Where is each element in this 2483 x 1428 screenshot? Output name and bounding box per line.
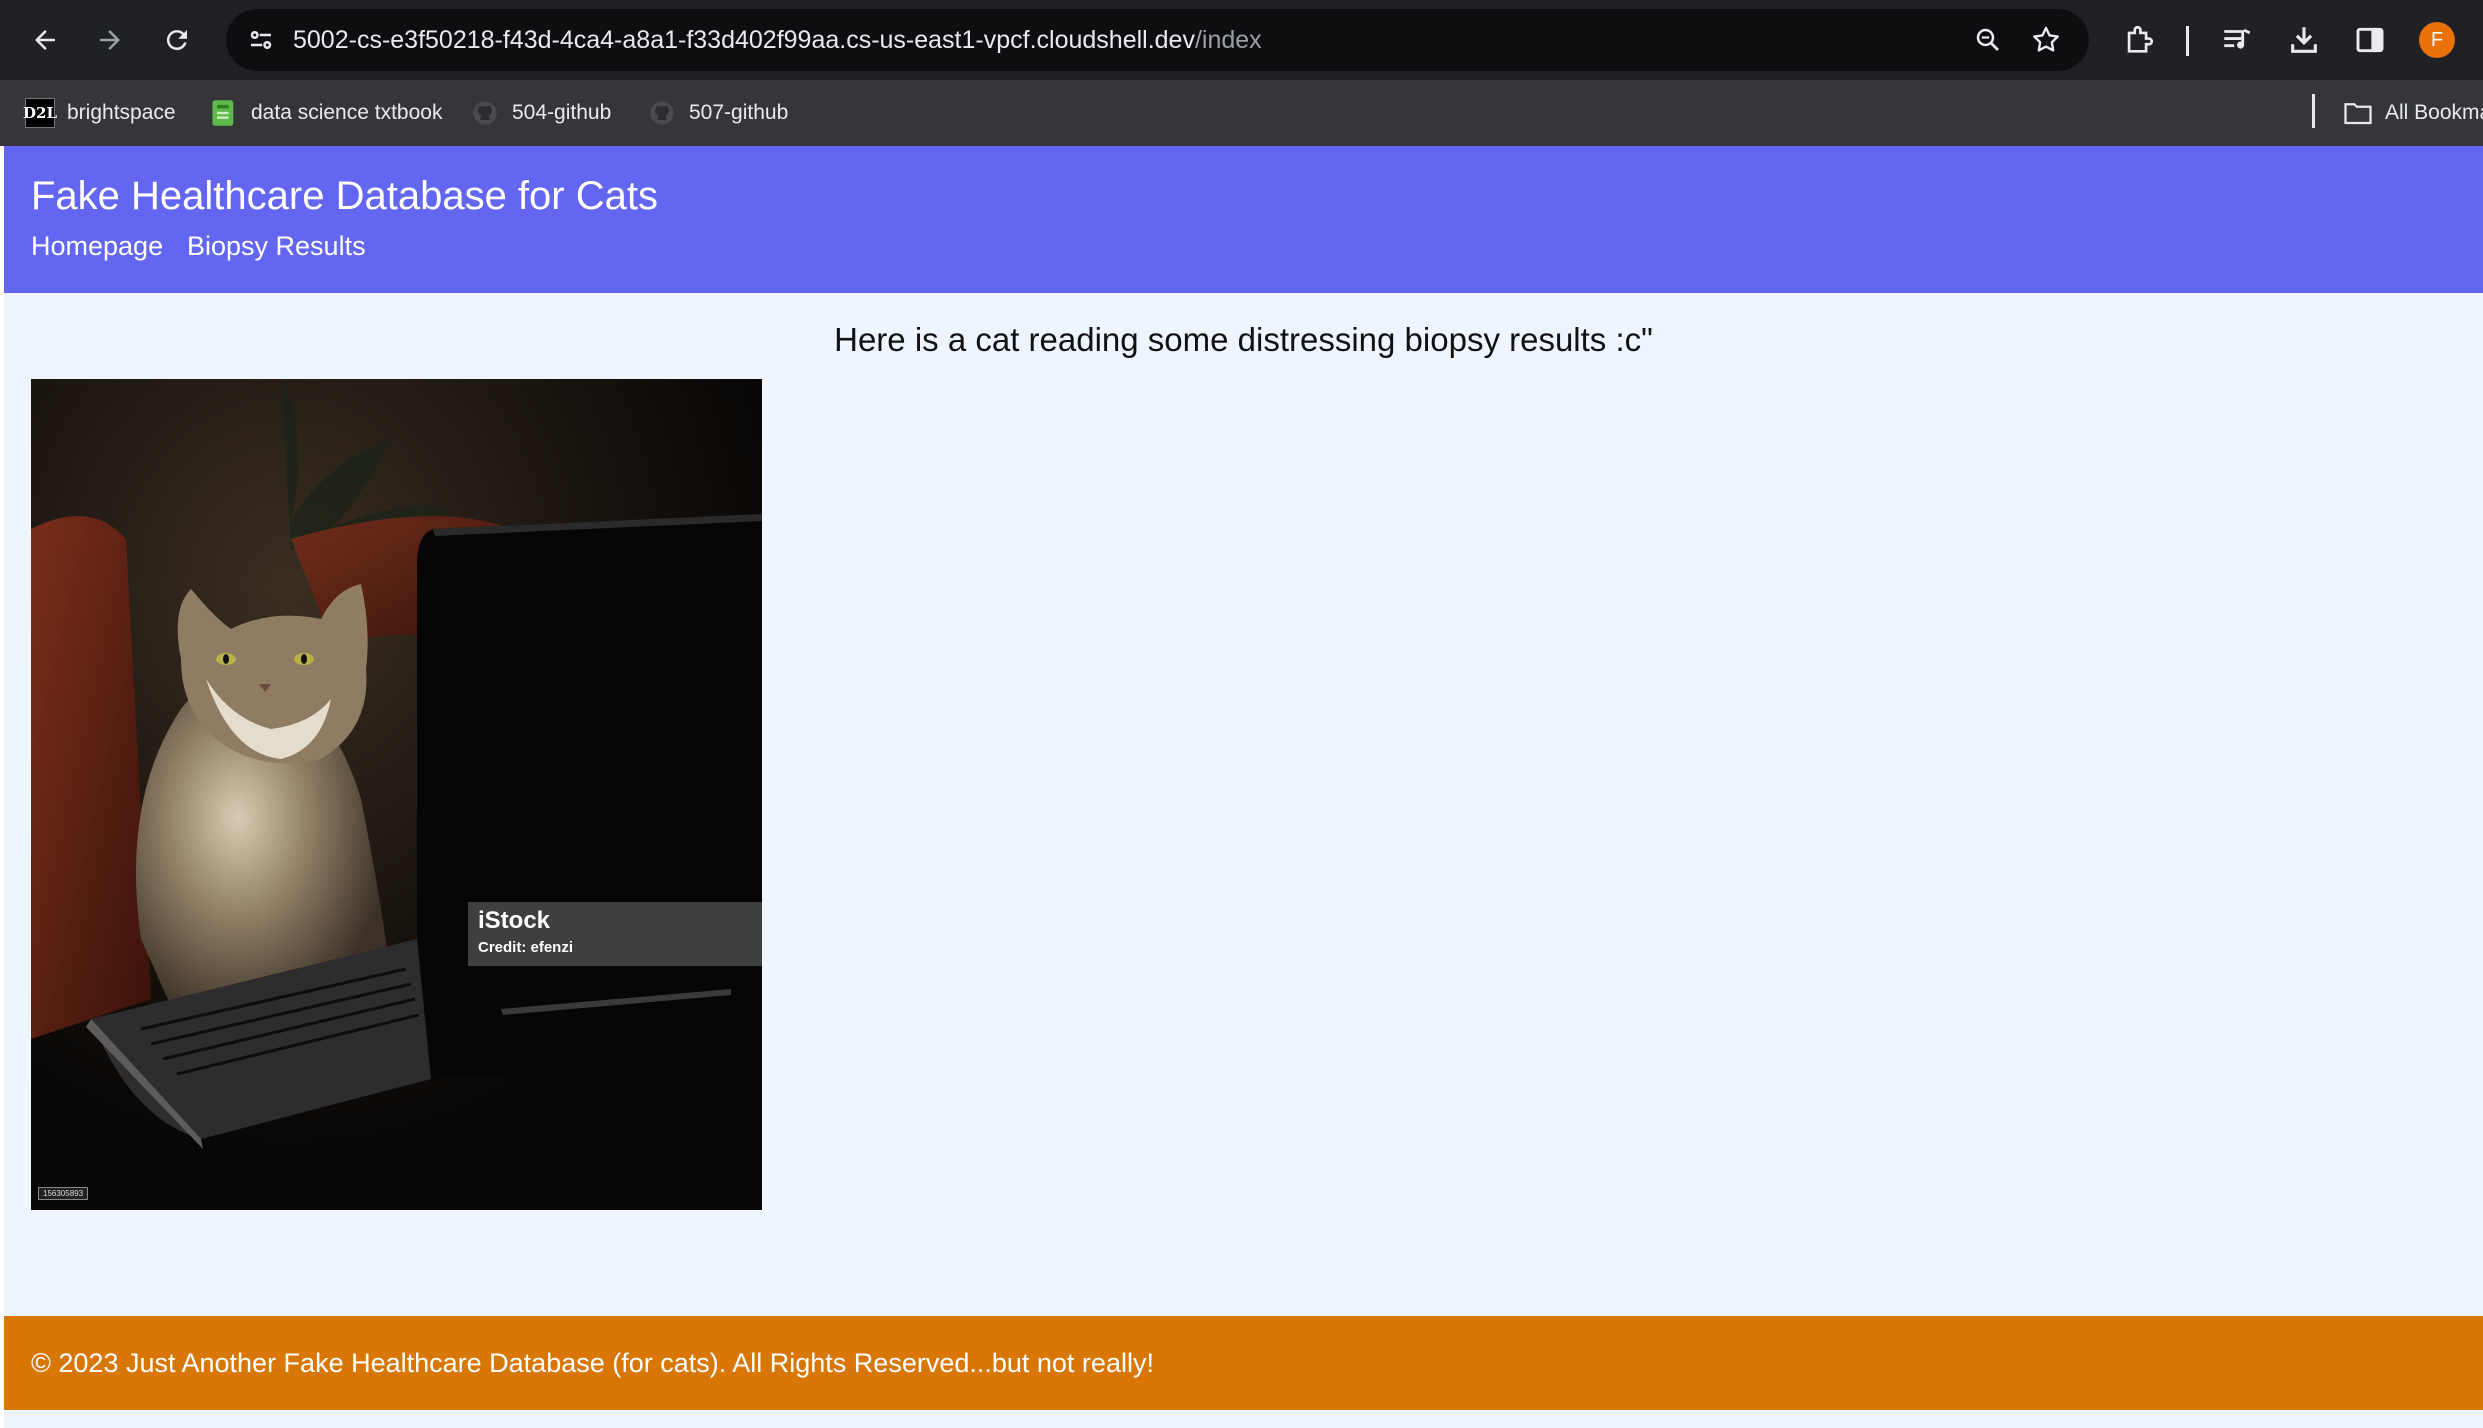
arrow-right-icon bbox=[100, 30, 120, 50]
url-text[interactable]: 5002-cs-e3f50218-f43d-4ca4-a8a1-f33d402f… bbox=[293, 9, 1262, 71]
nav-biopsy-results[interactable]: Biopsy Results bbox=[187, 231, 366, 262]
bookmark-label: 507-github bbox=[689, 101, 789, 124]
site-title: Fake Healthcare Database for Cats bbox=[31, 174, 658, 218]
bookmark-label: data science txtbook bbox=[251, 101, 443, 124]
book-icon bbox=[209, 98, 239, 128]
footer-copyright: © 2023 Just Another Fake Healthcare Data… bbox=[31, 1348, 1154, 1378]
arrow-left-icon bbox=[35, 30, 55, 50]
toolbar-divider bbox=[2186, 26, 2189, 56]
download-icon[interactable] bbox=[2284, 20, 2324, 60]
folder-icon bbox=[2343, 98, 2373, 128]
bookmarks-divider bbox=[2312, 94, 2315, 128]
url-path: /index bbox=[1194, 26, 1262, 54]
cat-photo-illustration bbox=[31, 379, 762, 1210]
watermark-brand: iStock bbox=[478, 907, 551, 934]
address-bar[interactable]: 5002-cs-e3f50218-f43d-4ca4-a8a1-f33d402f… bbox=[226, 9, 2089, 71]
profile-avatar[interactable]: F bbox=[2419, 22, 2455, 58]
url-host: 5002-cs-e3f50218-f43d-4ca4-a8a1-f33d402f… bbox=[293, 26, 1195, 54]
reload-button[interactable] bbox=[154, 17, 200, 63]
web-page: Fake Healthcare Database for Cats Homepa… bbox=[4, 146, 2483, 1428]
watermark-credit: Credit: efenzi bbox=[478, 939, 574, 956]
d2l-icon: D2L bbox=[23, 98, 57, 128]
reload-icon bbox=[166, 30, 187, 51]
cat-laptop-photo: iStock Credit: efenzi 156305893 bbox=[31, 379, 762, 1210]
bookmark-star-icon[interactable] bbox=[2028, 22, 2064, 58]
github-icon bbox=[647, 98, 677, 128]
back-button[interactable] bbox=[22, 17, 68, 63]
bookmark-data-science-txtbook[interactable]: data science txtbook bbox=[209, 97, 442, 129]
browser-toolbar: 5002-cs-e3f50218-f43d-4ca4-a8a1-f33d402f… bbox=[0, 0, 2483, 80]
bookmarks-bar: D2L brightspace data science txtbook 504… bbox=[0, 80, 2483, 146]
nav-homepage[interactable]: Homepage bbox=[31, 231, 163, 262]
site-footer: © 2023 Just Another Fake Healthcare Data… bbox=[4, 1316, 2483, 1410]
site-info-icon[interactable] bbox=[242, 21, 280, 59]
github-icon bbox=[470, 98, 500, 128]
forward-button[interactable] bbox=[87, 17, 133, 63]
bookmark-label: brightspace bbox=[67, 101, 176, 124]
all-bookmarks-button[interactable]: All Bookmarks bbox=[2343, 97, 2483, 129]
bookmark-label: 504-github bbox=[512, 101, 612, 124]
media-controls-icon[interactable] bbox=[2217, 20, 2257, 60]
page-caption: Here is a cat reading some distressing b… bbox=[834, 321, 1653, 358]
istock-watermark: iStock Credit: efenzi bbox=[468, 902, 762, 966]
bookmark-507-github[interactable]: 507-github bbox=[647, 97, 788, 129]
side-panel-icon[interactable] bbox=[2350, 20, 2390, 60]
site-header: Fake Healthcare Database for Cats Homepa… bbox=[4, 146, 2483, 293]
bookmark-504-github[interactable]: 504-github bbox=[470, 97, 611, 129]
all-bookmarks-label: All Bookmarks bbox=[2385, 101, 2483, 124]
bookmark-brightspace[interactable]: D2L brightspace bbox=[23, 97, 176, 129]
zoom-icon[interactable] bbox=[1970, 22, 2006, 58]
stock-photo-id: 156305893 bbox=[38, 1187, 89, 1200]
extensions-icon[interactable] bbox=[2119, 20, 2159, 60]
